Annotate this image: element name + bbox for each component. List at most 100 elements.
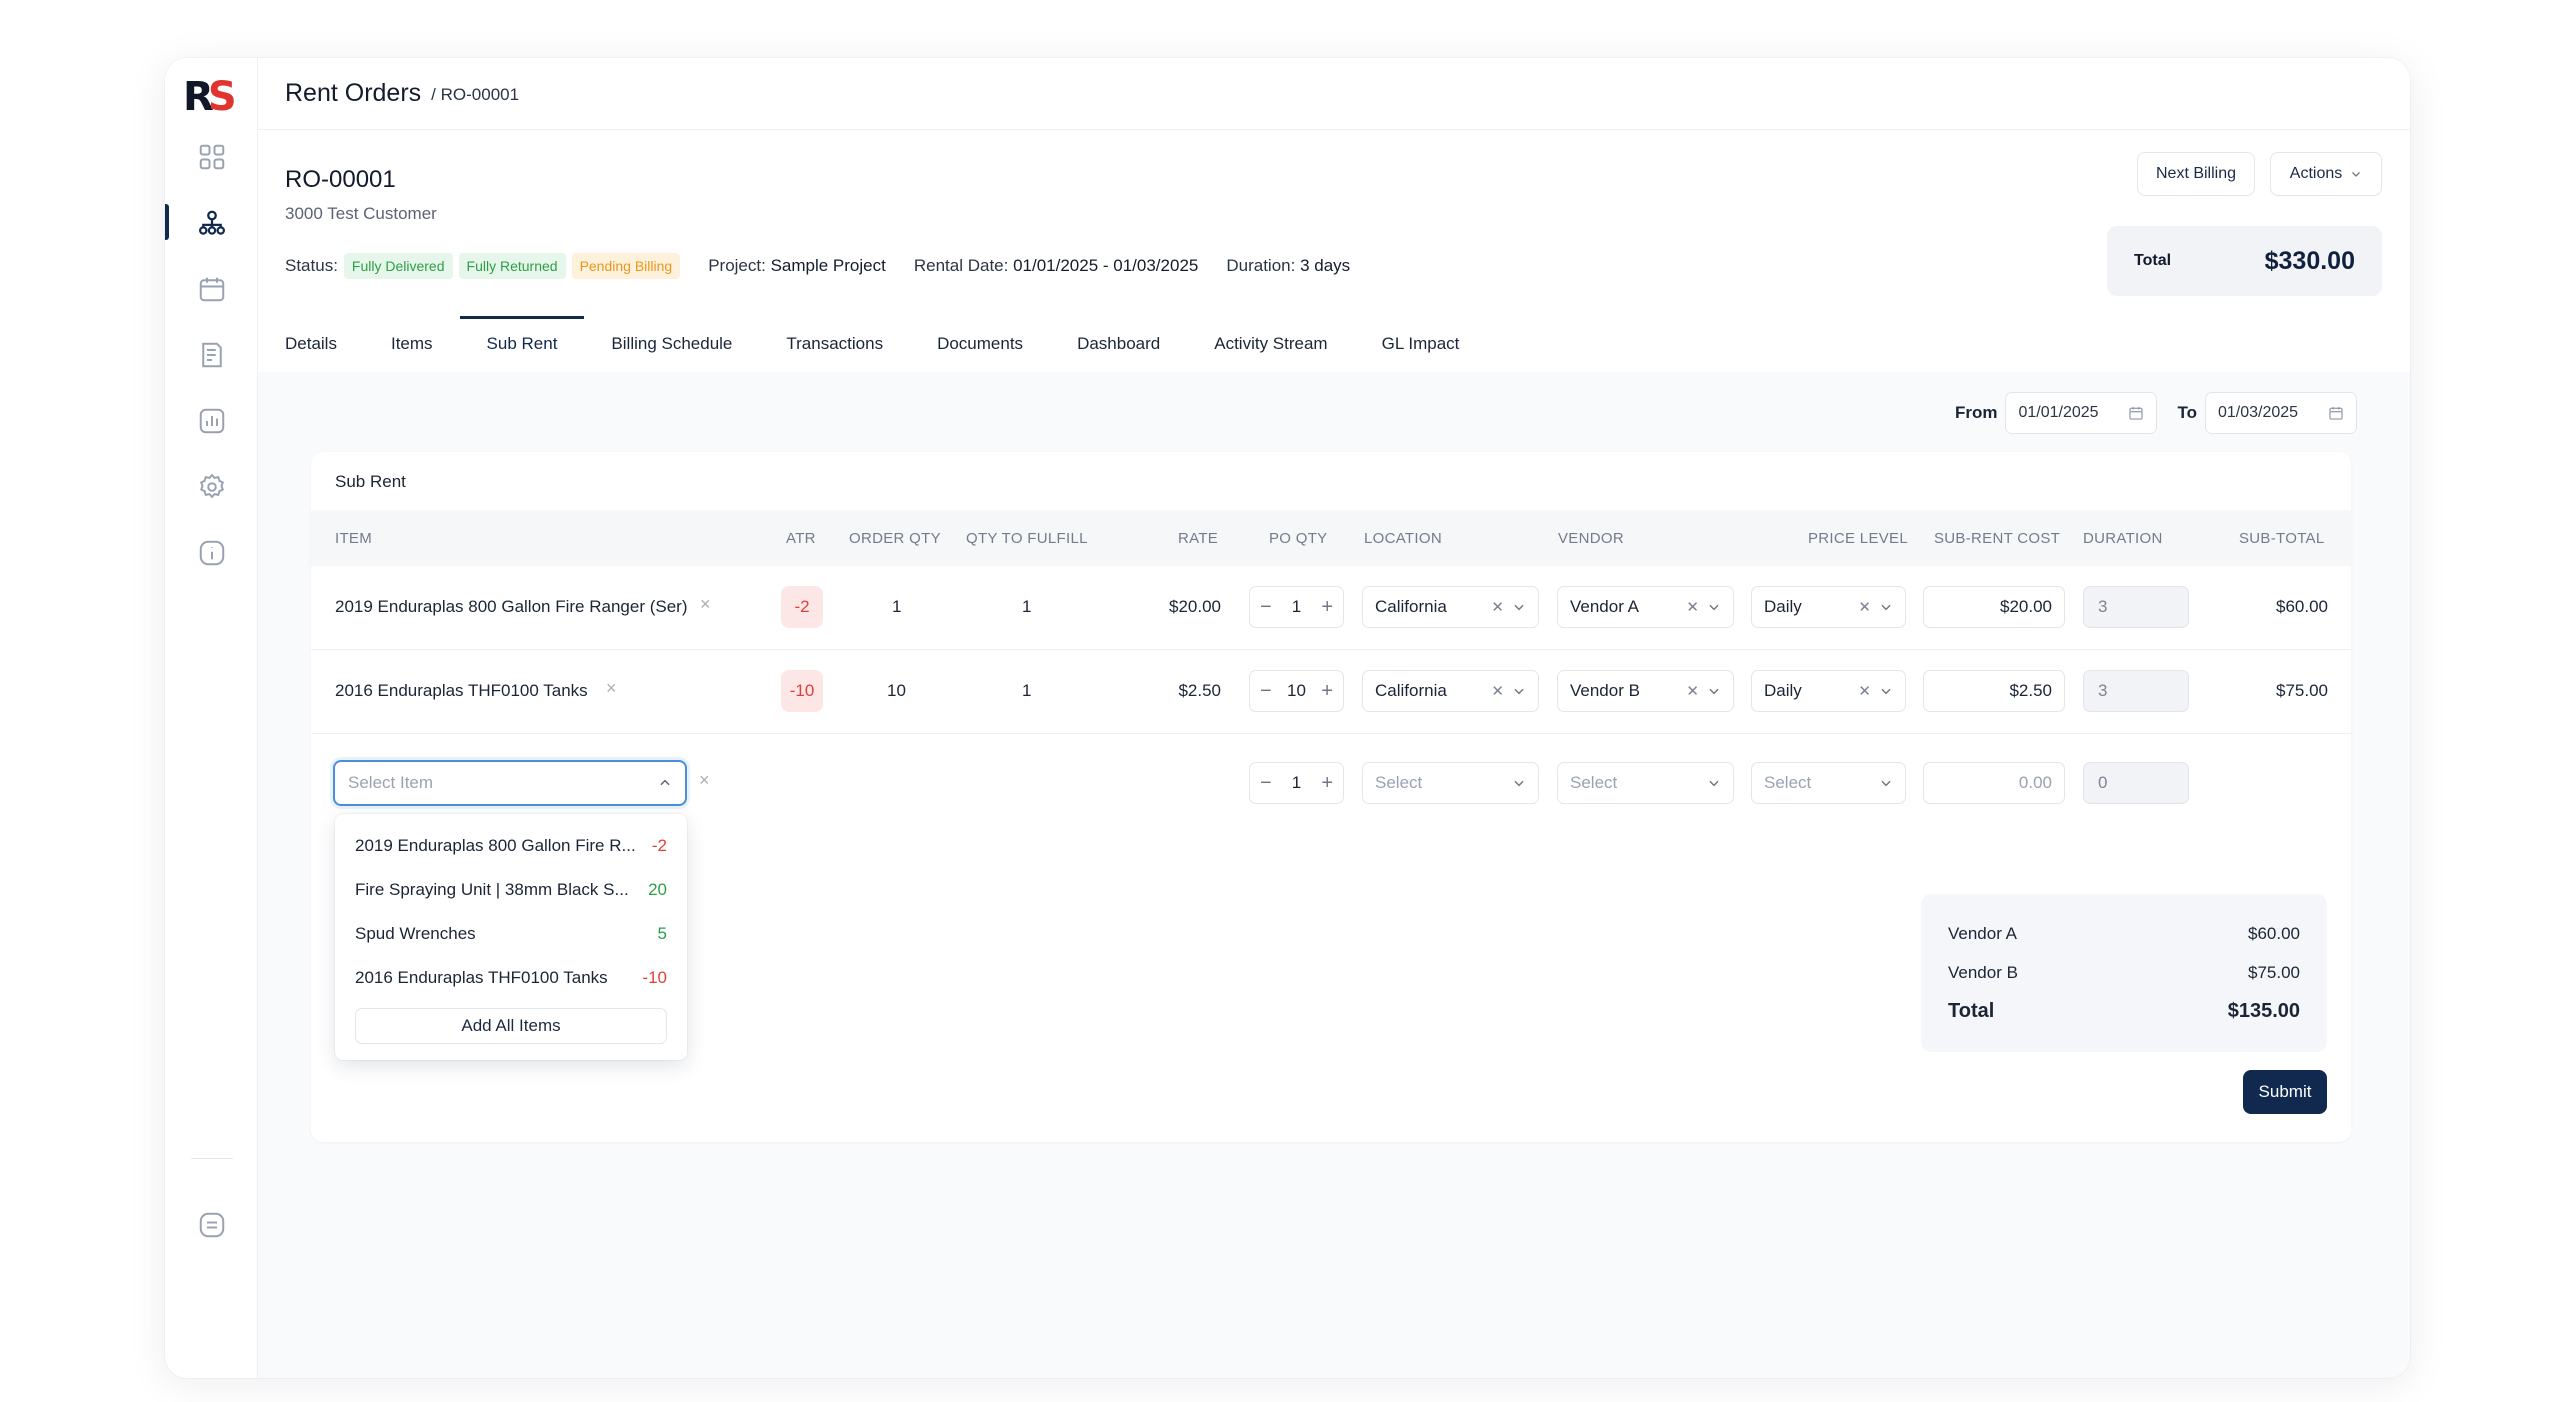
location-select[interactable]: California ✕ [1362,670,1539,712]
chevron-up-icon [660,779,670,786]
item-select[interactable]: Select Item [333,760,687,806]
duration-input[interactable]: 3 [2083,670,2189,712]
tab-activity-stream[interactable]: Activity Stream [1187,316,1354,372]
vendor-select[interactable]: Vendor A ✕ [1557,586,1734,628]
clear-icon[interactable]: ✕ [1858,682,1871,700]
chevron-down-icon [1881,688,1891,695]
sub-rent-card: Sub Rent ITEM ATR ORDER QTY QTY TO FULFI… [311,452,2351,1142]
po-qty-stepper[interactable]: − 1 + [1249,586,1344,628]
price-level-select[interactable]: Daily ✕ [1751,586,1906,628]
new-price-level-select[interactable]: Select [1751,762,1906,804]
location-select[interactable]: California ✕ [1362,586,1539,628]
option-count: -10 [642,968,667,987]
col-vendor: VENDOR [1558,530,1624,547]
plus-icon[interactable]: + [1321,773,1333,793]
row-sub-total: $75.00 [2276,681,2328,700]
clear-icon[interactable]: ✕ [1491,598,1504,616]
remove-item-icon[interactable]: × [606,678,617,699]
dashboard-grid-icon[interactable] [195,140,229,174]
next-billing-button[interactable]: Next Billing [2137,152,2255,196]
col-sub-rent-cost: SUB-RENT COST [1934,530,2061,547]
duration-input[interactable]: 3 [2083,586,2189,628]
sub-rent-cost-input[interactable]: $20.00 [1923,586,2065,628]
dropdown-option[interactable]: 2016 Enduraplas THF0100 Tanks -10 [355,956,667,1000]
brand-logo[interactable]: RS [183,74,239,120]
col-item: ITEM [335,530,373,547]
order-total-value: $330.00 [2264,246,2355,275]
plus-icon[interactable]: + [1321,681,1333,701]
new-vendor-placeholder: Select [1570,773,1618,792]
new-location-select[interactable]: Select [1362,762,1539,804]
row-qty-to-fulfill: 1 [1022,681,1032,700]
item-dropdown-menu: 2019 Enduraplas 800 Gallon Fire R... -2 … [335,814,687,1060]
rental-date-label: Rental Date: [913,256,1009,275]
remove-item-icon[interactable]: × [700,594,711,615]
tab-gl-impact[interactable]: GL Impact [1355,316,1487,372]
tab-dashboard[interactable]: Dashboard [1050,316,1187,372]
col-rate: RATE [1178,530,1219,547]
tab-items[interactable]: Items [364,316,460,372]
tab-details[interactable]: Details [258,316,364,372]
actions-button[interactable]: Actions [2270,152,2382,196]
new-po-qty-stepper[interactable]: − 1 + [1249,762,1344,804]
orders-hierarchy-icon[interactable] [195,206,229,240]
invoice-icon[interactable] [195,338,229,372]
tab-bar: Details Items Sub Rent Billing Schedule … [258,316,2410,372]
new-duration-input[interactable]: 0 [2083,762,2189,804]
dropdown-option[interactable]: Fire Spraying Unit | 38mm Black S... 20 [355,868,667,912]
reports-chart-icon[interactable] [195,404,229,438]
rental-date-value: 01/01/2025 - 01/03/2025 [1013,256,1199,275]
sub-rent-cost-input[interactable]: $2.50 [1923,670,2065,712]
clear-icon[interactable]: ✕ [1491,682,1504,700]
minus-icon[interactable]: − [1260,681,1272,701]
customer-name: 3000 Test Customer [285,204,437,223]
col-po-qty: PO QTY [1269,530,1328,547]
price-level-select[interactable]: Daily ✕ [1751,670,1906,712]
chevron-down-icon [1881,604,1891,611]
settings-gear-icon[interactable] [195,470,229,504]
project-label: Project: [708,256,766,275]
col-atr: ATR [786,530,816,547]
info-icon[interactable] [195,536,229,570]
duration-label: Duration: [1226,256,1296,275]
clear-icon[interactable]: ✕ [1686,598,1699,616]
row-item-name: 2016 Enduraplas THF0100 Tanks [335,681,588,700]
page-title[interactable]: Rent Orders [285,79,421,108]
minus-icon[interactable]: − [1260,597,1272,617]
minus-icon[interactable]: − [1260,773,1272,793]
dropdown-option[interactable]: Spud Wrenches 5 [355,912,667,956]
tab-documents[interactable]: Documents [910,316,1050,372]
from-date-input[interactable]: 01/01/2025 [2005,392,2158,434]
tab-transactions[interactable]: Transactions [759,316,910,372]
row-rate: $2.50 [1178,681,1221,700]
plus-icon[interactable]: + [1321,597,1333,617]
new-vendor-select[interactable]: Select [1557,762,1734,804]
clear-icon[interactable]: ✕ [1686,682,1699,700]
summary-total-row: Total $135.00 [1948,992,2300,1031]
remove-new-row-icon[interactable]: × [699,770,710,791]
item-select-placeholder: Select Item [348,773,434,792]
price-level-value: Daily [1764,681,1802,700]
summary-total-label: Total [1948,1000,1995,1022]
clear-icon[interactable]: ✕ [1858,598,1871,616]
location-value: California [1375,597,1447,616]
calendar-icon[interactable] [195,272,229,306]
new-price-level-placeholder: Select [1764,773,1812,792]
col-location: LOCATION [1364,530,1442,547]
row-item-name: 2019 Enduraplas 800 Gallon Fire Ranger (… [335,597,688,616]
support-icon[interactable] [195,1208,229,1242]
new-sub-rent-cost-input[interactable]: 0.00 [1923,762,2065,804]
tab-sub-rent[interactable]: Sub Rent [459,316,585,372]
tab-billing-schedule[interactable]: Billing Schedule [584,316,759,372]
po-qty-stepper[interactable]: − 10 + [1249,670,1344,712]
dropdown-option[interactable]: 2019 Enduraplas 800 Gallon Fire R... -2 [355,824,667,868]
vendor-select[interactable]: Vendor B ✕ [1557,670,1734,712]
col-sub-total: SUB-TOTAL [2239,530,2325,547]
to-date-input[interactable]: 01/03/2025 [2205,392,2357,434]
row-rate: $20.00 [1169,597,1221,616]
chevron-down-icon [2352,172,2361,177]
summary-vendor-value: $60.00 [2248,923,2300,943]
add-all-items-button[interactable]: Add All Items [355,1008,667,1044]
submit-button[interactable]: Submit [2243,1070,2327,1114]
row-qty-to-fulfill: 1 [1022,597,1032,616]
